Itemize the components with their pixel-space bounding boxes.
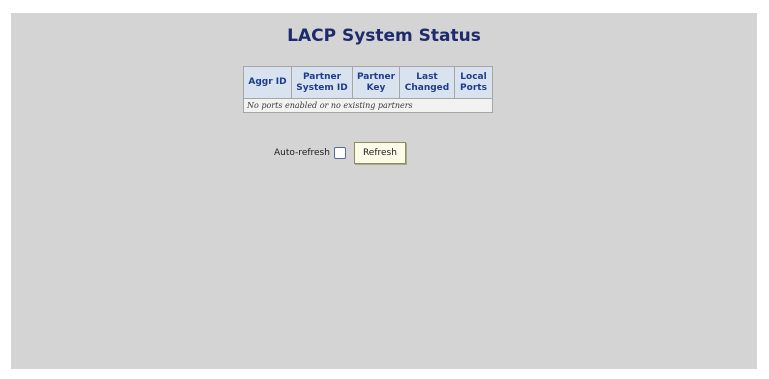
table-row: No ports enabled or no existing partners: [243, 98, 493, 113]
auto-refresh-label: Auto-refresh: [274, 148, 330, 158]
column-header-partner-key: Partner Key: [352, 66, 400, 99]
refresh-controls: Auto-refresh Refresh: [274, 142, 406, 164]
empty-table-message: No ports enabled or no existing partners: [243, 98, 493, 113]
content-panel: LACP System Status Aggr ID Partner Syste…: [11, 13, 757, 369]
table-header-row: Aggr ID Partner System ID Partner Key La…: [243, 66, 493, 99]
column-header-aggr-id: Aggr ID: [243, 66, 292, 99]
lacp-status-table: Aggr ID Partner System ID Partner Key La…: [243, 66, 493, 113]
page-title: LACP System Status: [287, 26, 481, 46]
refresh-button[interactable]: Refresh: [353, 142, 406, 164]
auto-refresh-checkbox[interactable]: [333, 147, 346, 159]
column-header-last-changed: Last Changed: [399, 66, 455, 99]
column-header-local-ports: Local Ports: [454, 66, 493, 99]
column-header-partner-system-id: Partner System ID: [291, 66, 353, 99]
